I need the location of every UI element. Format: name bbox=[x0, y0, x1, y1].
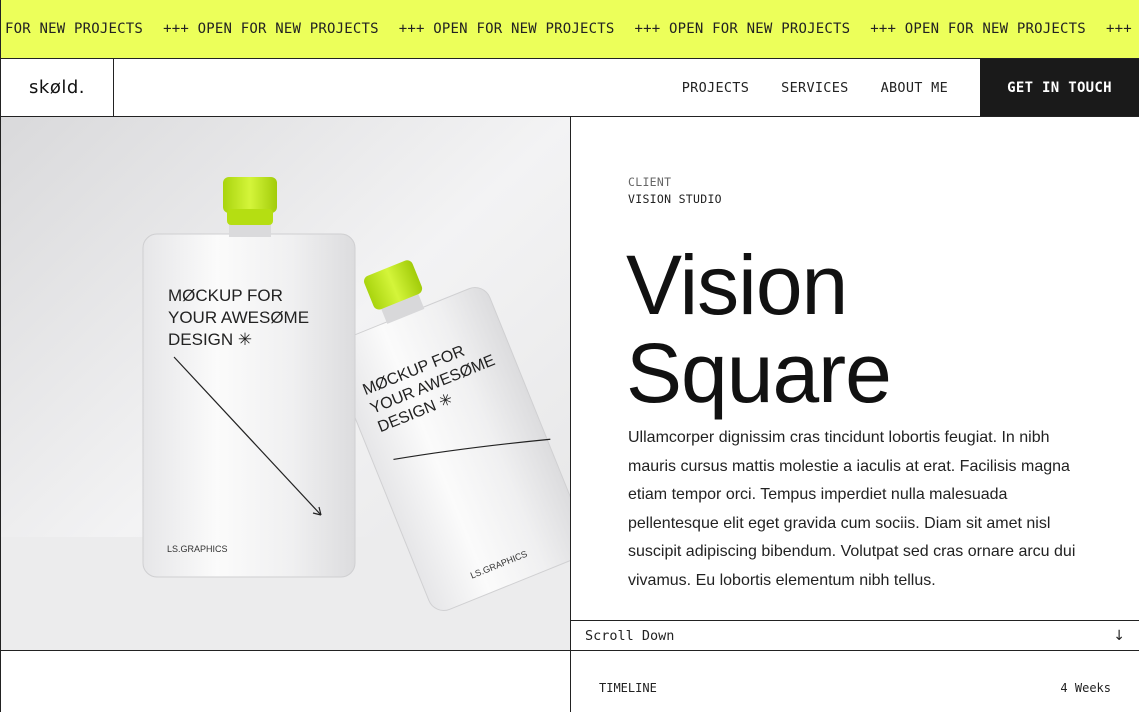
timeline-value: 4 Weeks bbox=[1060, 681, 1111, 695]
scroll-down-label: Scroll Down bbox=[585, 627, 675, 644]
marquee-item: +++ OPEN FOR NEW PROJECTS bbox=[870, 21, 1086, 37]
project-title: Vision Square bbox=[626, 238, 892, 420]
project-info: CLIENT VISION STUDIO Vision Square Ullam… bbox=[571, 117, 1139, 620]
project-title-line2: Square bbox=[626, 326, 892, 420]
marquee-item: FOR NEW PROJECTS bbox=[5, 21, 144, 37]
pouch-left-line2: YOUR AWESØME bbox=[168, 308, 309, 327]
pouch-mockup-image: MØCKUP FOR YOUR AWESØME DESIGN ✳ LS.GRAP… bbox=[1, 117, 570, 650]
top-nav: skøld. PROJECTS SERVICES ABOUT ME GET IN… bbox=[0, 59, 1139, 117]
pouch-left-line1: MØCKUP FOR bbox=[168, 286, 283, 305]
pouch-left-brand: LS.GRAPHICS bbox=[167, 544, 228, 554]
nav-links: PROJECTS SERVICES ABOUT ME bbox=[682, 59, 948, 116]
timeline-row: TIMELINE 4 Weeks bbox=[571, 651, 1139, 712]
get-in-touch-button[interactable]: GET IN TOUCH bbox=[980, 59, 1139, 116]
marquee-item: +++ O bbox=[1105, 21, 1139, 37]
project-description: Ullamcorper dignissim cras tincidunt lob… bbox=[628, 429, 1076, 589]
nav-link-about-me[interactable]: ABOUT ME bbox=[881, 80, 948, 96]
marquee-item: +++ OPEN FOR NEW PROJECTS bbox=[163, 21, 379, 37]
arrow-down-icon[interactable]: ↓ bbox=[1113, 628, 1125, 644]
project-hero-image: MØCKUP FOR YOUR AWESØME DESIGN ✳ LS.GRAP… bbox=[0, 117, 571, 651]
marquee-item: +++ OPEN FOR NEW PROJECTS bbox=[398, 21, 615, 37]
nav-link-services[interactable]: SERVICES bbox=[781, 80, 848, 96]
client-name: VISION STUDIO bbox=[628, 192, 722, 206]
site-logo[interactable]: skøld. bbox=[1, 59, 114, 116]
project-title-line1: Vision bbox=[626, 238, 848, 332]
nav-link-projects[interactable]: PROJECTS bbox=[682, 80, 749, 96]
scroll-down-bar[interactable]: Scroll Down ↓ bbox=[571, 620, 1139, 651]
bottom-left-panel bbox=[0, 651, 571, 712]
client-label: CLIENT bbox=[628, 175, 672, 189]
pouch-left-line3: DESIGN ✳ bbox=[168, 330, 252, 349]
announcement-marquee: FOR NEW PROJECTS +++ OPEN FOR NEW PROJECT… bbox=[0, 0, 1139, 59]
marquee-track: FOR NEW PROJECTS +++ OPEN FOR NEW PROJECT… bbox=[5, 21, 1139, 37]
timeline-label: TIMELINE bbox=[599, 681, 657, 695]
marquee-item: +++ OPEN FOR NEW PROJECTS bbox=[634, 21, 851, 37]
